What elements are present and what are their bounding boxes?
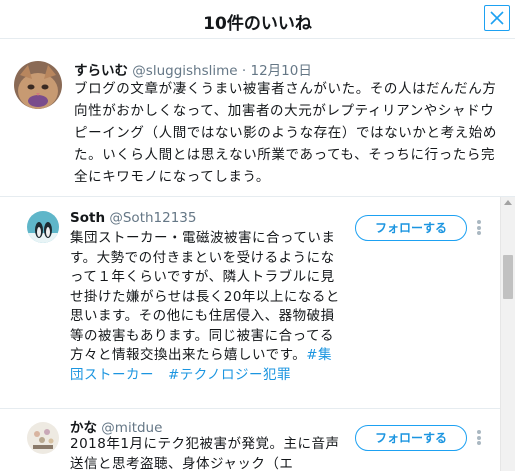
meta-separator: ·	[241, 63, 247, 79]
user-bio: 集団ストーカー・電磁波被害に合っています。大勢での付きまといを受けるようになって…	[70, 229, 342, 385]
user-bio-text: 集団ストーカー・電磁波被害に合っています。大勢での付きまといを受けるようになって…	[70, 230, 340, 363]
user-handle[interactable]: @Soth12135	[109, 210, 196, 226]
modal-header: 10件のいいね	[0, 0, 515, 39]
follow-button[interactable]: フォローする	[355, 215, 467, 241]
author-handle[interactable]: @sluggishslime	[132, 63, 237, 79]
user-bio-text: 2018年1月にテク犯被害が発覚。主に音声送信と思考盗聴、身体ジャック（エ	[70, 436, 340, 471]
penguin-avatar-image	[27, 211, 59, 243]
list-item[interactable]: Soth @Soth12135 集団ストーカー・電磁波被害に合っています。大勢で…	[0, 197, 500, 409]
scrollbar-thumb[interactable]	[503, 255, 513, 299]
close-icon	[490, 11, 504, 25]
liked-tweet: すらいむ @sluggishslime · 12月10日 ブログの文章が凄くうま…	[0, 40, 515, 197]
user-bio: 2018年1月にテク犯被害が発覚。主に音声送信と思考盗聴、身体ジャック（エ	[70, 435, 342, 471]
author-name[interactable]: すらいむ	[74, 63, 128, 79]
avatar[interactable]	[27, 422, 59, 454]
tweet-meta: すらいむ @sluggishslime · 12月10日	[74, 59, 312, 79]
more-vertical-icon[interactable]	[474, 429, 484, 447]
user-handle[interactable]: @mitdue	[101, 420, 162, 436]
flowers-avatar-image	[27, 422, 59, 454]
user-name-line: かな @mitdue	[70, 416, 162, 436]
user-name[interactable]: かな	[70, 420, 97, 436]
modal-title: 10件のいいね	[203, 14, 312, 34]
scrollbar[interactable]	[500, 197, 515, 471]
user-name[interactable]: Soth	[70, 210, 105, 226]
scroll-up-arrow-icon[interactable]	[504, 200, 512, 205]
more-vertical-icon[interactable]	[474, 219, 484, 237]
close-button[interactable]	[484, 5, 510, 31]
avatar[interactable]	[27, 211, 59, 243]
cat-avatar-image	[14, 61, 62, 109]
follow-button[interactable]: フォローする	[355, 425, 467, 451]
tweet-date[interactable]: 12月10日	[251, 63, 312, 79]
liked-users-list: Soth @Soth12135 集団ストーカー・電磁波被害に合っています。大勢で…	[0, 197, 500, 471]
list-item[interactable]: かな @mitdue 2018年1月にテク犯被害が発覚。主に音声送信と思考盗聴、…	[0, 409, 500, 471]
user-name-line: Soth @Soth12135	[70, 210, 196, 226]
avatar[interactable]	[14, 61, 62, 109]
tweet-text: ブログの文章が凄くうまい被害者さんがいた。その人はだんだん方向性がおかしくなって…	[74, 81, 497, 185]
